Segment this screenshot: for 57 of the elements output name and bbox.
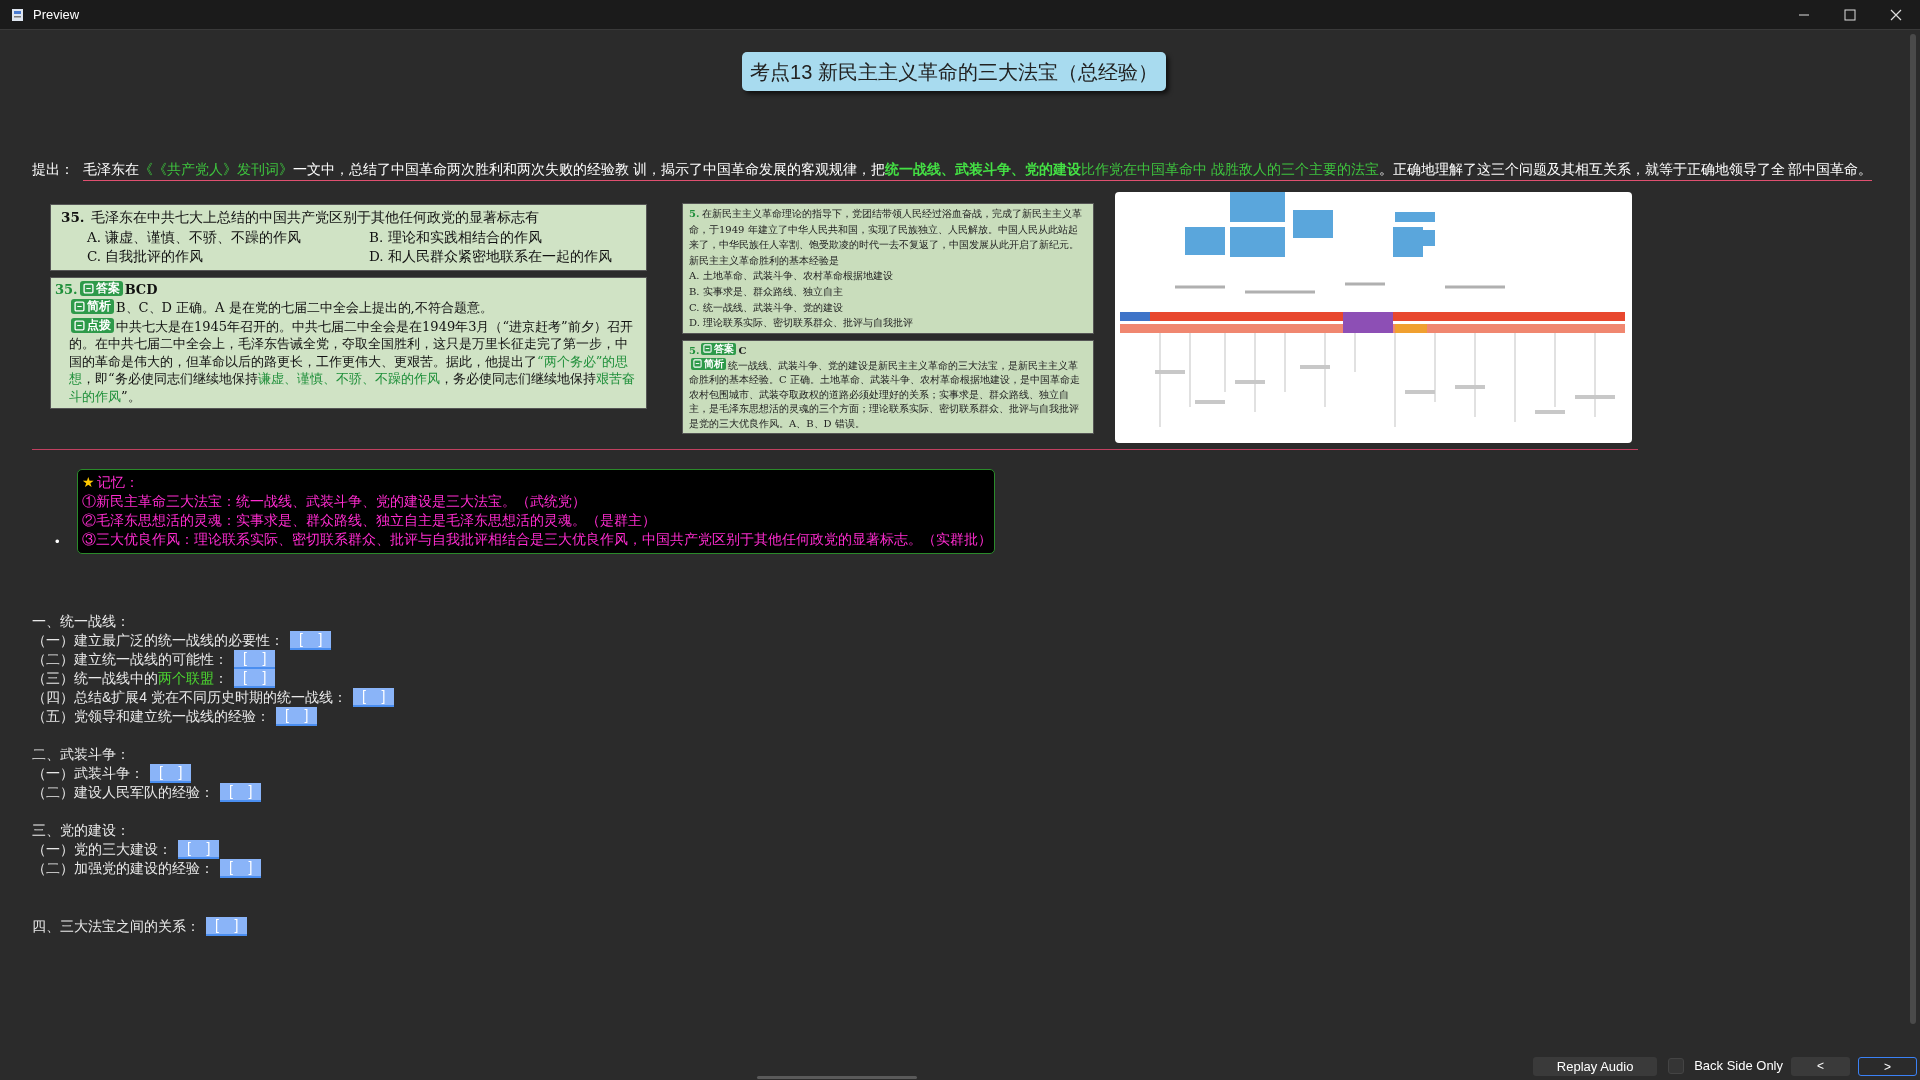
memory-line: ②毛泽东思想活的灵魂：实事求是、群众路线、独立自主是毛泽东思想活的灵魂。（是群主） [82,512,657,530]
section-heading: 四、三大法宝之间的关系： [32,917,200,936]
answer-scan: 5. 答案 C 简析 统一战线、武装斗争、党的建设是新民主主义革命的三大法宝，是新民主主义革命胜利的基本经验。C 正确。土地革命、武装斗争、农村革命根据地建设，是中国革命走农村包围城市、武装夺取政权的道路必须处理好的关系；实事求是、群众路线、独立自主，是毛泽东思想活的灵魂的三个方面；理论联系实际、密切联系群众、批评与自我批评是党的三大优良作风。A、B、D 错误。 [682,339,1094,435]
outline-item: （二）建立统一战线的可能性： [32,650,228,669]
note-icon [703,344,713,354]
vertical-scrollbar[interactable] [1910,34,1916,1024]
horizontal-scrollbar[interactable] [757,1076,917,1079]
window-title: Preview [33,5,80,24]
outline-item: （五）党领导和建立统一战线的经验： [32,707,270,726]
blank-field[interactable]: [ ] [220,859,262,878]
next-button[interactable]: > [1858,1056,1917,1076]
bullet: • [55,533,61,551]
outline-item: （四）总结&扩展4 党在不同历史时期的统一战线： [32,688,347,707]
answer-scan: 35. 答案 BCD 简析 B、C、D 正确。A 是在党的七届二中全会上提出的,不符合题意。 点拨 中共七大是在1945年召开的。中共七届二中全会是在1949年3月（“进京赶考”前夕）召开的。在中共七届二中全会上，毛泽东告诫全党，夺取全国胜利，这只是万里长征走完了第一步，中国的革命是伟大的，但革命以后的路更长，工作更伟大、更艰苦。据此，他提出了“两个务必”的思想，即“务必使同志们继续地保持谦虚、谨慎、不骄、不躁的作风，务必使同志们继续地保持艰苦奋斗的作风”。 [50,276,647,409]
tag-text: 答案 [714,342,735,355]
section-heading: 三、党的建设： [32,821,130,840]
blank-field[interactable]: [ ] [178,840,220,859]
intro-text: 毛泽东在《《共产党人》发刊词》一文中，总结了中国革命两次胜利和两次失败的经验教 训，揭示了中国革命发展的客观规律，把统一战线、武装斗争、党的建设比作党在中国革命中 战胜敌人的三个主要的法宝。正确地理解了这三个问题及其相互关系，就等于正确地领导了全 部中国革命。 [83,161,1873,181]
section-heading: 一、统一战线： [32,612,130,631]
note-icon [82,282,94,294]
blank-field[interactable]: [ ] [206,917,248,936]
intro-label: 提出： [32,161,74,179]
tag-text: 答案 [95,280,120,296]
app-icon [11,7,24,22]
tag-text: 简析 [87,299,111,314]
memory-title: 记忆： [97,474,139,492]
tag-text: 简析 [704,357,724,370]
outline-item: （三）统一战线中的两个联盟： [32,669,228,688]
note-icon [74,301,85,312]
blank-field[interactable]: [ ] [290,631,332,650]
tag-text: 点拨 [87,317,111,333]
question-scan: 5. 在新民主主义革命理论的指导下，党团结带领人民经过浴血奋战，完成了新民主主义革命，于1949 年建立了中华人民共和国，实现了民族独立、人民解放。中国人民从此站起来了，中华民族任人宰割、饱受欺凌的时代一去不复返了，中国发展从此开启了新纪元。新民主主义革命胜利的基本经验是 A. 土地革命、武装斗争、农村革命根据地建设 B. 实事求是、群众路线、独立自主 C. 统一战线、武装斗争、党的建设 D. 理论联系实际、密切联系群众、批评与自我批评 [682,203,1094,334]
memory-line: ③三大优良作风：理论联系实际、密切联系群众、批评与自我批评相结合是三大优良作风，中国共产党区别于其他任何政党的显著标志。（实群批） [82,531,990,549]
star-icon: ★ [82,473,95,492]
note-icon [74,319,85,331]
outline-item: （一）武装斗争： [32,764,144,783]
blank-field[interactable]: [ ] [234,669,276,688]
maximize-icon[interactable] [1844,8,1856,21]
blank-field[interactable]: [ ] [150,764,192,783]
outline-item: （一）党的三大建设： [32,840,172,859]
close-icon[interactable] [1890,8,1902,21]
outline-item: （二）建设人民军队的经验： [32,783,214,802]
outline-item: （一）建立最广泛的统一战线的必要性： [32,631,284,650]
heading-banner: 考点13 新民主主义革命的三大法宝（总经验） [742,52,1166,91]
blank-field[interactable]: [ ] [353,688,395,707]
previous-button[interactable]: < [1791,1056,1850,1076]
outline-item: （二）加强党的建设的经验： [32,859,214,878]
blank-field[interactable]: [ ] [234,650,276,669]
section-heading: 二、武装斗争： [32,745,130,764]
back-side-only-label: Back Side Only [1694,1057,1783,1076]
replay-audio-button[interactable]: Replay Audio [1533,1056,1658,1076]
blank-field[interactable]: [ ] [220,783,262,802]
blank-field[interactable]: [ ] [276,707,318,726]
memory-line: ①新民主革命三大法宝：统一战线、武装斗争、党的建设是三大法宝。（武统党） [82,493,587,511]
note-icon [693,359,702,369]
back-side-only-checkbox[interactable] [1668,1058,1685,1074]
question-scan: 35. 毛泽东在中共七大上总结的中国共产党区别于其他任何政党的显著标志有 A. 谦虚、谨慎、不骄、不躁的作风 B. 理论和实践相结合的作风 C. 自我批评的作风 D. 和人民群众紧密地联系在一起的作风 [50,204,647,271]
